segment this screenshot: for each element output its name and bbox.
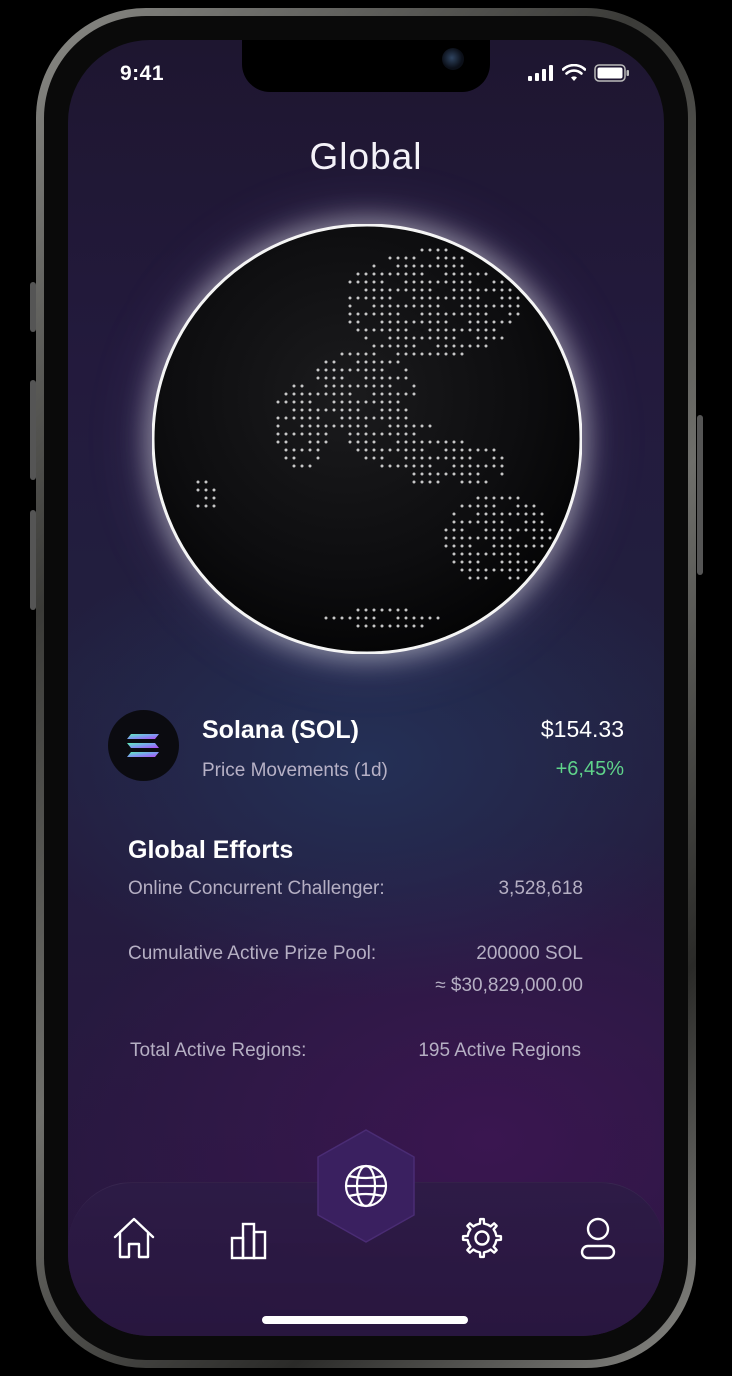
coin-price: $154.33	[540, 716, 624, 742]
home-indicator[interactable]	[262, 1316, 468, 1324]
stat-label: Online Concurrent Challenger:	[128, 878, 385, 899]
volume-down-button	[30, 510, 36, 610]
front-camera	[442, 48, 464, 70]
stat-value: 3,528,618	[498, 878, 583, 899]
stat-value: 200000 SOL	[476, 943, 583, 964]
solana-logo-icon	[108, 710, 179, 781]
volume-up-button	[30, 380, 36, 480]
stat-row-challengers: Online Concurrent Challenger: 3,528,618	[128, 878, 583, 908]
battery-icon	[594, 64, 629, 82]
stat-value: 195 Active Regions	[418, 1040, 581, 1061]
nav-bar-chart-icon[interactable]	[226, 1216, 274, 1264]
global-efforts-section: Global Efforts Online Concurrent Challen…	[128, 836, 583, 1061]
globe-visual[interactable]	[151, 223, 583, 655]
nav-user-icon[interactable]	[574, 1214, 622, 1262]
coin-name: Solana (SOL)	[202, 716, 359, 744]
wifi-icon	[562, 64, 586, 81]
globe-icon	[151, 223, 583, 655]
coin-subtitle: Price Movements (1d)	[202, 760, 388, 781]
section-title: Global Efforts	[128, 836, 294, 864]
stat-label: Cumulative Active Prize Pool:	[128, 943, 377, 964]
cellular-signal-icon	[528, 65, 553, 81]
coin-change: +6,45%	[555, 758, 624, 780]
stat-row-regions: Total Active Regions: 195 Active Regions	[130, 1040, 581, 1070]
stat-value-secondary: ≈ $30,829,000.00	[435, 975, 583, 996]
mute-switch	[30, 282, 36, 332]
status-time: 9:41	[120, 62, 165, 85]
page-title: Global	[309, 136, 423, 177]
app-screen: 9:41 Global Solana (SOL) Price Movements…	[68, 40, 664, 1336]
power-button	[697, 415, 703, 575]
nav-globe-button[interactable]	[312, 1126, 420, 1246]
notch	[242, 40, 490, 92]
stat-row-prize-pool: Cumulative Active Prize Pool: 200000 SOL…	[128, 943, 583, 1003]
nav-gear-icon[interactable]	[458, 1214, 506, 1262]
coin-summary[interactable]: Solana (SOL) Price Movements (1d) $154.3…	[108, 710, 624, 782]
nav-home-icon[interactable]	[110, 1214, 158, 1262]
stat-label: Total Active Regions:	[130, 1040, 307, 1061]
status-icons	[528, 64, 630, 82]
